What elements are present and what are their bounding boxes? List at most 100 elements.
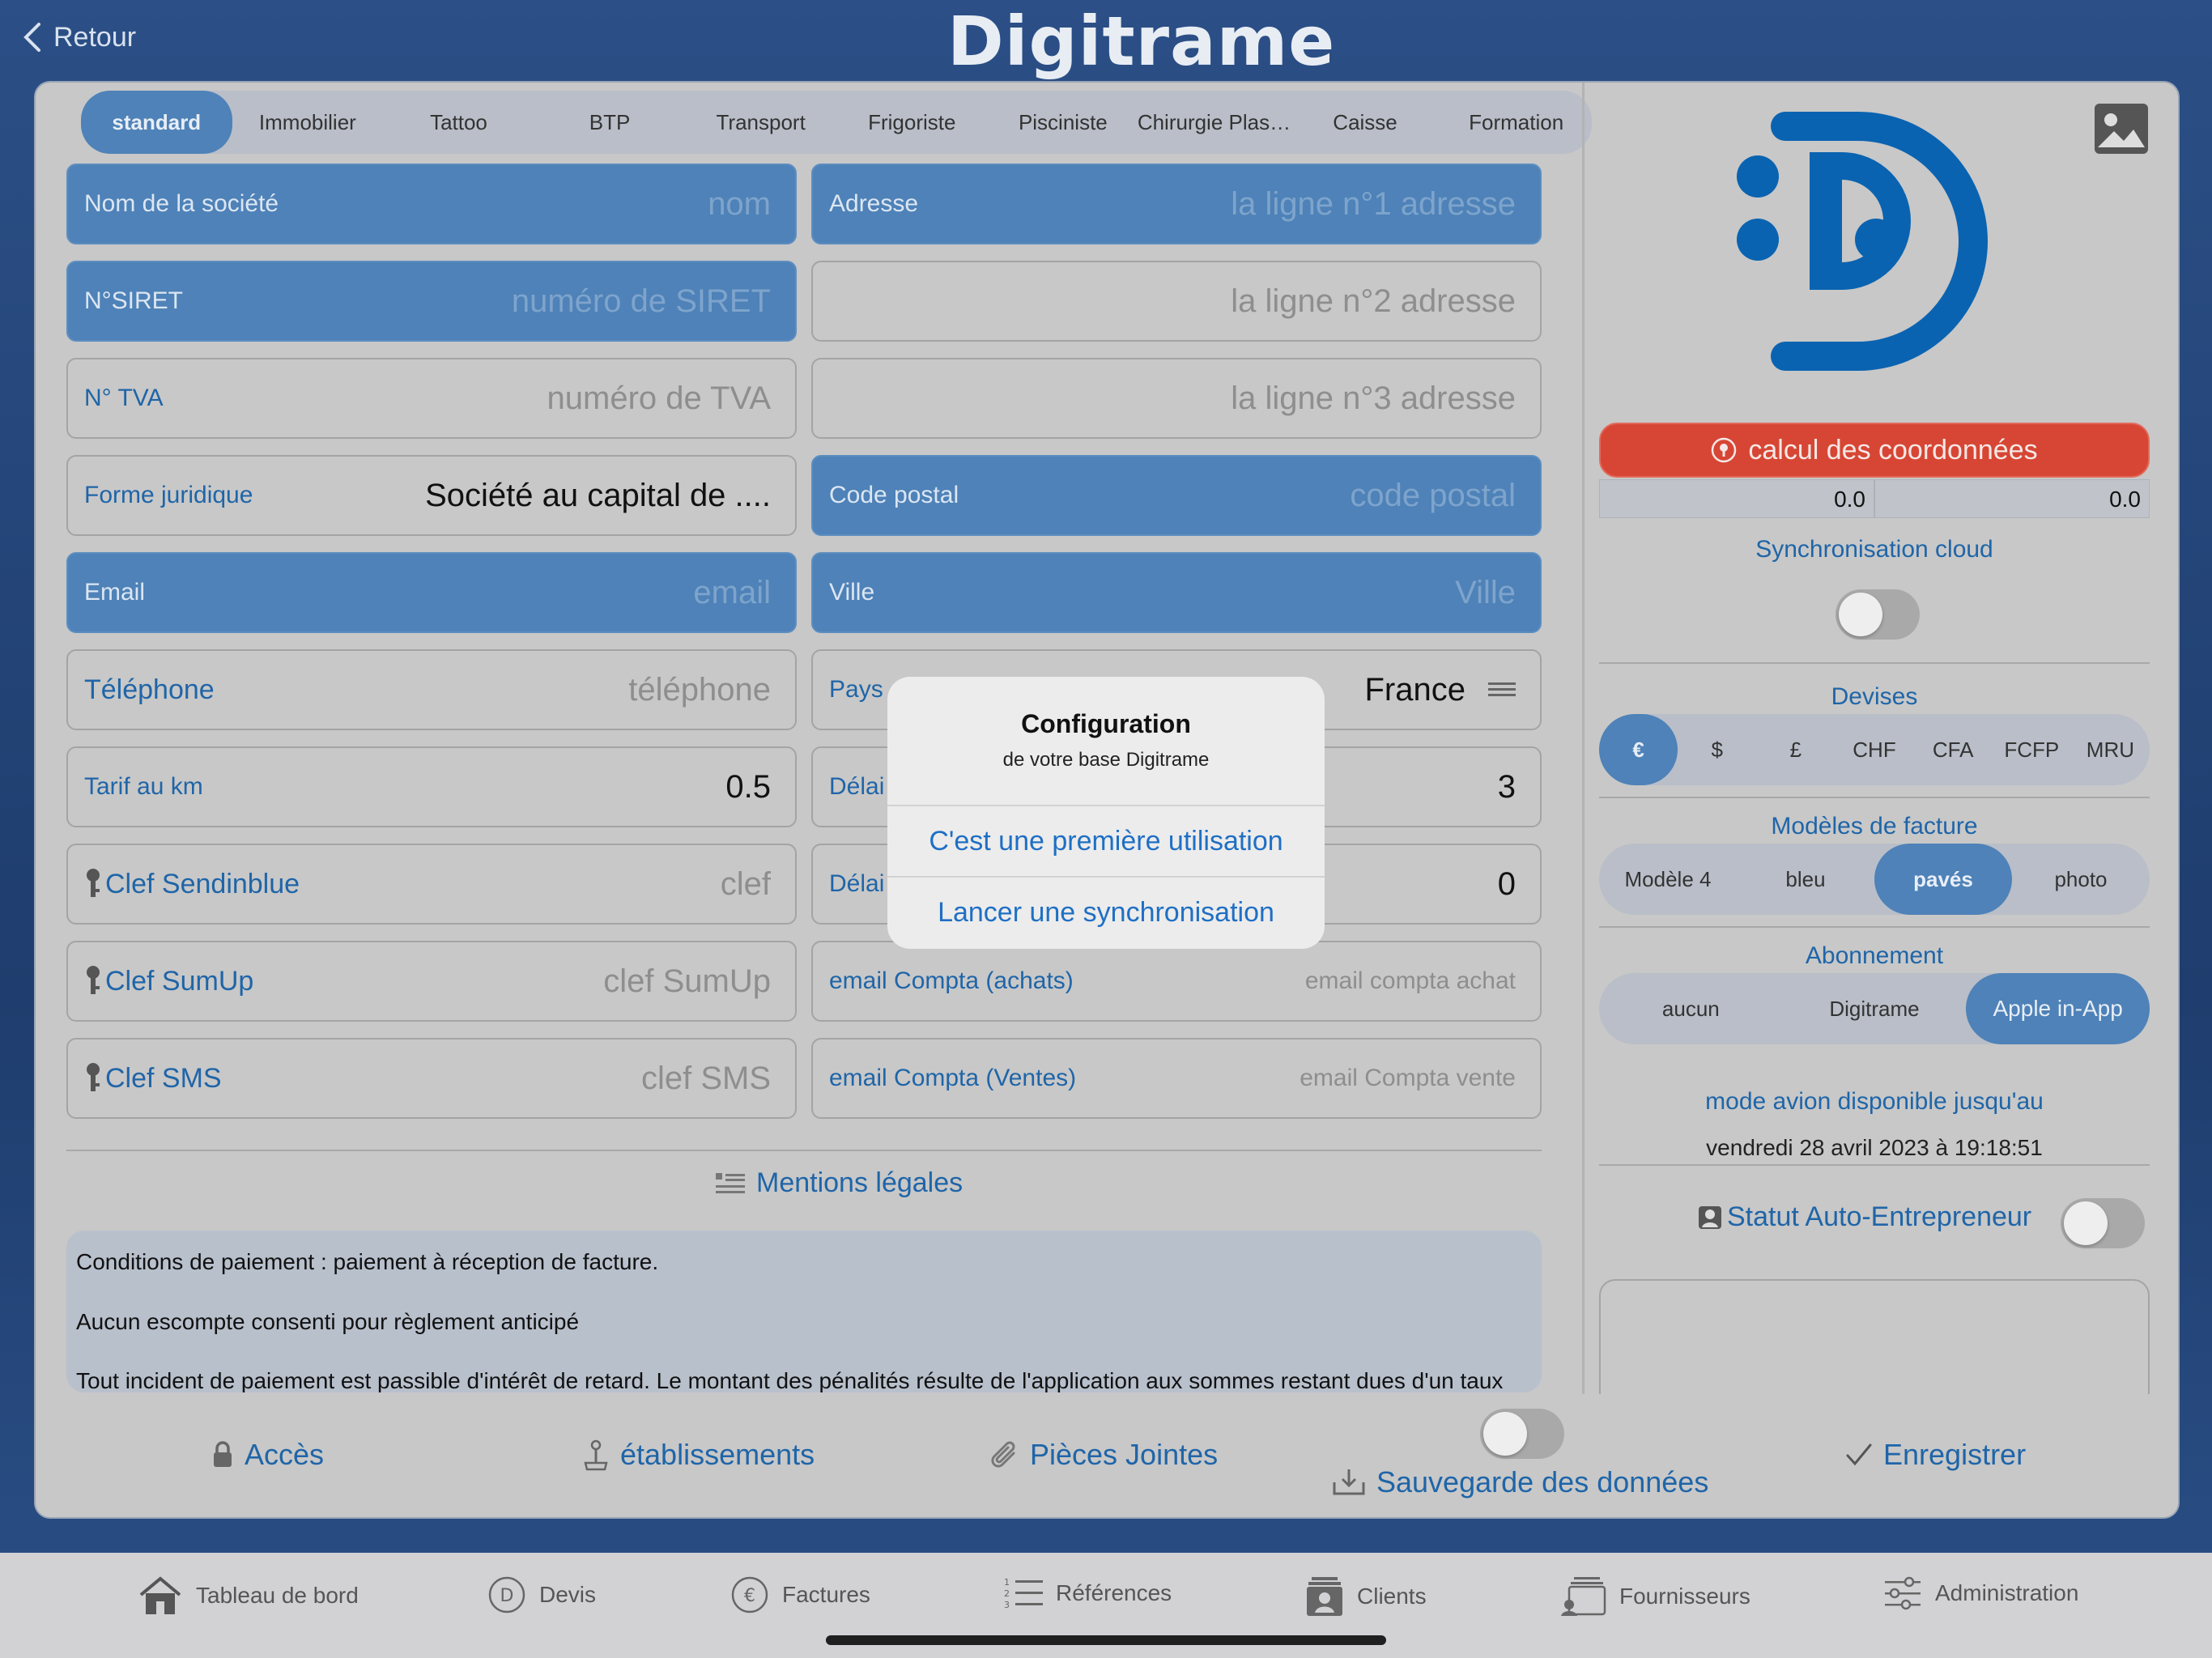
euro-circle-icon: € [731, 1576, 768, 1613]
email-field[interactable]: Email email [66, 552, 797, 633]
legal-form-value: Société au capital de .... [425, 477, 771, 513]
company-logo [1737, 112, 1988, 371]
email-sales-field[interactable]: email Compta (Ventes) email Compta vente [811, 1038, 1542, 1119]
company-logo-area[interactable] [1599, 83, 2150, 403]
category-frigoriste[interactable]: Frigoriste [836, 91, 988, 154]
svg-text:2: 2 [1004, 1588, 1010, 1599]
subscription-apple[interactable]: Apple in-App [1966, 973, 2150, 1044]
tab-administration[interactable]: Administration [1883, 1575, 2078, 1611]
tva-field[interactable]: N° TVA numéro de TVA [66, 358, 797, 439]
tab-label: Factures [782, 1582, 870, 1607]
sync-toggle[interactable] [1836, 589, 1920, 640]
category-tattoo[interactable]: Tattoo [383, 91, 534, 154]
currency-eur[interactable]: € [1599, 714, 1678, 785]
sendinblue-key-field[interactable]: Clef Sendinblue clef [66, 844, 797, 925]
category-standard[interactable]: standard [81, 91, 232, 154]
currency-usd[interactable]: $ [1678, 714, 1756, 785]
mentions-header[interactable]: Mentions légales [716, 1167, 963, 1199]
save-button[interactable]: Enregistrer [1846, 1438, 2026, 1472]
section-divider [66, 1150, 1542, 1151]
latitude-value: 0.0 [1599, 479, 1874, 518]
tab-label: Administration [1935, 1580, 2079, 1605]
address2-field[interactable]: la ligne n°2 adresse [811, 261, 1542, 342]
model-paves[interactable]: pavés [1874, 844, 2012, 915]
backup-toggle[interactable] [1480, 1409, 1564, 1459]
tab-invoices[interactable]: € Factures [730, 1575, 870, 1614]
delay1-label: Délai [829, 773, 885, 800]
access-button[interactable]: Accès [212, 1438, 324, 1472]
category-immobilier[interactable]: Immobilier [232, 91, 384, 154]
start-sync-button[interactable]: Lancer une synchronisation [887, 876, 1325, 947]
model-4[interactable]: Modèle 4 [1599, 844, 1737, 915]
siret-label: N°SIRET [84, 287, 184, 314]
toggle-knob [2064, 1201, 2108, 1245]
calculate-coordinates-button[interactable]: calcul des coordonnées [1599, 423, 2150, 478]
image-picker-icon[interactable] [2093, 102, 2150, 155]
category-segmented-control: standard Immobilier Tattoo BTP Transport… [81, 91, 1592, 154]
currency-mru[interactable]: MRU [2071, 714, 2150, 785]
currency-cfa[interactable]: CFA [1914, 714, 1993, 785]
currency-chf[interactable]: CHF [1835, 714, 1913, 785]
first-use-button[interactable]: C'est une première utilisation [887, 805, 1325, 876]
legal-form-field[interactable]: Forme juridique Société au capital de ..… [66, 455, 797, 536]
back-button[interactable]: Retour [21, 21, 136, 53]
tab-quotes[interactable]: D Devis [487, 1575, 596, 1614]
legal-mentions-text[interactable]: Conditions de paiement : paiement à réce… [66, 1231, 1542, 1392]
rate-km-field[interactable]: Tarif au km 0.5 [66, 746, 797, 827]
legal-line: Conditions de paiement : paiement à réce… [76, 1249, 659, 1274]
auto-entrepreneur-row: Statut Auto-Entrepreneur [1698, 1201, 2031, 1233]
category-chirurgie[interactable]: Chirurgie Plas… [1138, 91, 1290, 154]
delay2-label: Délai [829, 870, 885, 897]
establishments-button[interactable]: établissements [583, 1438, 815, 1472]
category-transport[interactable]: Transport [685, 91, 836, 154]
attachments-button[interactable]: Pièces Jointes [991, 1438, 1218, 1472]
tab-suppliers[interactable]: Fournisseurs [1559, 1575, 1750, 1618]
city-field[interactable]: Ville Ville [811, 552, 1542, 633]
list-icon[interactable] [1488, 681, 1516, 699]
person-badge-icon [1699, 1205, 1721, 1229]
siret-field[interactable]: N°SIRET numéro de SIRET [66, 261, 797, 342]
postal-code-label: Code postal [829, 482, 959, 508]
invoice-model-selector: Modèle 4 bleu pavés photo [1599, 844, 2150, 915]
address1-field[interactable]: Adresse la ligne n°1 adresse [811, 164, 1542, 244]
category-formation[interactable]: Formation [1440, 91, 1592, 154]
subscription-title: Abonnement [1805, 942, 1944, 969]
tab-references[interactable]: 123 Références [1004, 1575, 1172, 1611]
notes-box[interactable] [1599, 1279, 2150, 1409]
postal-code-field[interactable]: Code postal code postal [811, 455, 1542, 536]
key-icon [87, 1063, 100, 1091]
d-circle-icon: D [488, 1576, 525, 1613]
tab-label: Tableau de bord [196, 1583, 359, 1608]
backup-label: Sauvegarde des données [1376, 1465, 1709, 1499]
checkmark-icon [1846, 1443, 1872, 1466]
company-name-field[interactable]: Nom de la société nom [66, 164, 797, 244]
supplier-cards-icon [1561, 1577, 1606, 1616]
address3-field[interactable]: la ligne n°3 adresse [811, 358, 1542, 439]
category-btp[interactable]: BTP [534, 91, 686, 154]
auto-entrepreneur-toggle[interactable] [2061, 1198, 2145, 1248]
tab-dashboard[interactable]: Tableau de bord [138, 1575, 359, 1616]
phone-field[interactable]: Téléphone téléphone [66, 649, 797, 730]
currency-selector: € $ £ CHF CFA FCFP MRU [1599, 714, 2150, 785]
sumup-key-field[interactable]: Clef SumUp clef SumUp [66, 941, 797, 1022]
currency-fcfp[interactable]: FCFP [1993, 714, 2071, 785]
model-photo[interactable]: photo [2012, 844, 2150, 915]
form-area: standard Immobilier Tattoo BTP Transport… [36, 83, 1592, 1394]
sendinblue-label: Clef Sendinblue [105, 868, 300, 899]
numbered-list-icon: 123 [1004, 1577, 1043, 1610]
category-pisciniste[interactable]: Pisciniste [988, 91, 1139, 154]
text-quote-icon [716, 1172, 745, 1193]
currency-gbp[interactable]: £ [1756, 714, 1835, 785]
model-bleu[interactable]: bleu [1737, 844, 1874, 915]
email-purchases-field[interactable]: email Compta (achats) email compta achat [811, 941, 1542, 1022]
category-caisse[interactable]: Caisse [1290, 91, 1441, 154]
rate-km-value: 0.5 [725, 768, 771, 805]
subscription-digitrame[interactable]: Digitrame [1783, 973, 1967, 1044]
subscription-aucun[interactable]: aucun [1599, 973, 1783, 1044]
backup-button[interactable]: Sauvegarde des données [1333, 1465, 1708, 1499]
company-name-placeholder: nom [708, 185, 771, 222]
address2-placeholder: la ligne n°2 adresse [1231, 283, 1516, 319]
sms-key-field[interactable]: Clef SMS clef SMS [66, 1038, 797, 1119]
tab-clients[interactable]: Clients [1305, 1575, 1427, 1618]
tva-placeholder: numéro de TVA [547, 380, 771, 416]
